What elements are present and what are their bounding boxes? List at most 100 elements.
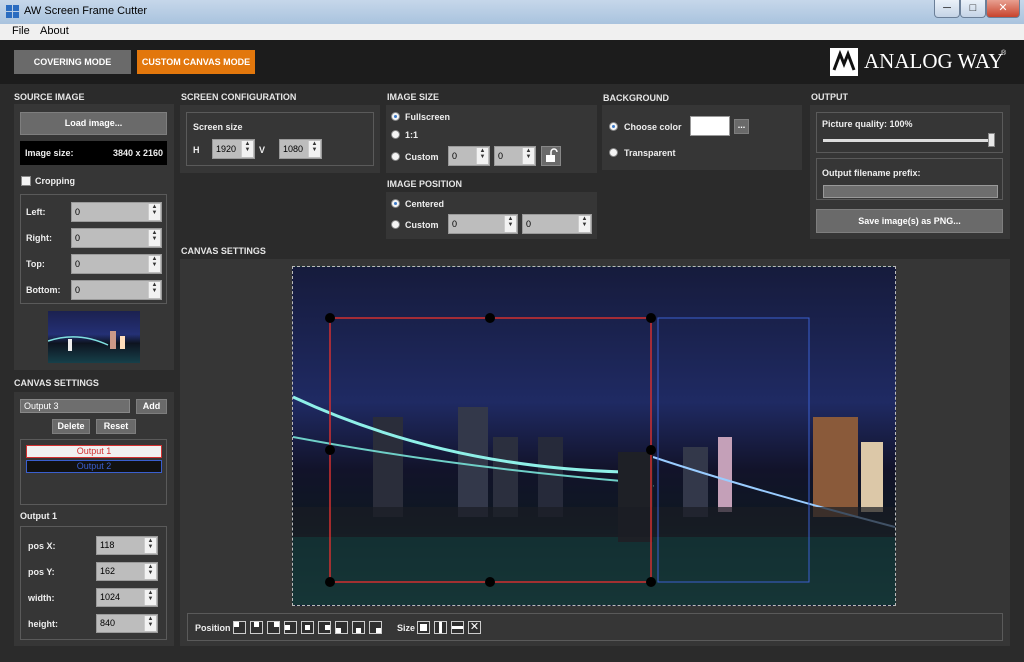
canvas-settings-header: CANVAS SETTINGS bbox=[181, 246, 266, 256]
reset-output-button[interactable]: Reset bbox=[96, 419, 136, 434]
spin-arrows-icon[interactable]: ▲ ▼ bbox=[476, 148, 488, 164]
crop-left-input[interactable]: 0 ▲ ▼ bbox=[71, 202, 162, 222]
size-custom-radio[interactable] bbox=[391, 152, 400, 161]
size-custom-label: Custom bbox=[405, 152, 439, 162]
output-name-input[interactable]: Output 3 bbox=[20, 399, 130, 413]
output-list: Output 1 Output 2 bbox=[20, 439, 167, 505]
color-picker-button[interactable]: ... bbox=[734, 119, 749, 134]
pos-y-input[interactable]: 162 ▲ ▼ bbox=[96, 562, 158, 581]
align-top-right-icon[interactable] bbox=[267, 621, 280, 634]
size-fit-icon[interactable] bbox=[417, 621, 430, 634]
crop-bottom-input[interactable]: 0 ▲ ▼ bbox=[71, 280, 162, 300]
size-custom-width-input[interactable]: 0 ▲ ▼ bbox=[448, 146, 490, 166]
source-image-header: SOURCE IMAGE bbox=[14, 92, 85, 102]
screen-size-label: Screen size bbox=[193, 122, 243, 132]
width-input[interactable]: 1024 ▲ ▼ bbox=[96, 588, 158, 607]
resize-handle-tr[interactable] bbox=[646, 313, 656, 323]
screen-v-value: 1080 bbox=[283, 144, 304, 154]
resize-handle-br[interactable] bbox=[646, 577, 656, 587]
output-1-frame[interactable] bbox=[329, 317, 652, 583]
output-2-frame[interactable] bbox=[657, 317, 810, 583]
prefix-label: Output filename prefix: bbox=[822, 168, 921, 178]
spin-arrows-icon[interactable]: ▲ ▼ bbox=[144, 538, 156, 553]
close-button[interactable]: ✕ bbox=[986, 0, 1020, 18]
align-bottom-left-icon[interactable] bbox=[335, 621, 348, 634]
transparent-radio[interactable] bbox=[609, 148, 618, 157]
size-custom-height-input[interactable]: 0 ▲ ▼ bbox=[494, 146, 536, 166]
size-custom-width-value: 0 bbox=[452, 151, 458, 161]
quality-slider-thumb[interactable] bbox=[988, 133, 995, 147]
spin-arrows-icon[interactable]: ▲ ▼ bbox=[144, 590, 156, 605]
crop-fields: Left: 0 ▲ ▼ Right: 0 ▲ ▼ Top: 0 ▲ ▼ Bottom: 0 ▲… bbox=[20, 194, 167, 304]
size-fit-width-icon[interactable] bbox=[434, 621, 447, 634]
align-bottom-right-icon[interactable] bbox=[369, 621, 382, 634]
canvas-settings-left-header: CANVAS SETTINGS bbox=[14, 378, 99, 388]
crop-top-input[interactable]: 0 ▲ ▼ bbox=[71, 254, 162, 274]
color-swatch[interactable] bbox=[690, 116, 730, 136]
resize-handle-b[interactable] bbox=[485, 577, 495, 587]
spin-arrows-icon[interactable]: ▲ ▼ bbox=[144, 616, 156, 631]
spin-arrows-icon[interactable]: ▲ ▼ bbox=[144, 564, 156, 579]
position-y-input[interactable]: 0 ▲ ▼ bbox=[522, 214, 592, 234]
resize-handle-tl[interactable] bbox=[325, 313, 335, 323]
align-center-icon[interactable] bbox=[301, 621, 314, 634]
custom-canvas-mode-button[interactable]: CUSTOM CANVAS MODE bbox=[137, 50, 255, 74]
menu-about[interactable]: About bbox=[40, 25, 69, 37]
fullscreen-radio[interactable] bbox=[391, 112, 400, 121]
position-custom-radio[interactable] bbox=[391, 220, 400, 229]
spin-arrows-icon[interactable]: ▲ ▼ bbox=[504, 216, 516, 232]
prefix-input[interactable] bbox=[823, 185, 998, 198]
size-stretch-icon[interactable]: ✕ bbox=[468, 621, 481, 634]
maximize-button[interactable]: □ bbox=[960, 0, 986, 18]
align-middle-right-icon[interactable] bbox=[318, 621, 331, 634]
crop-top-value: 0 bbox=[75, 259, 81, 269]
resize-handle-r[interactable] bbox=[646, 445, 656, 455]
resize-handle-bl[interactable] bbox=[325, 577, 335, 587]
fullscreen-label: Fullscreen bbox=[405, 112, 451, 122]
window-title: AW Screen Frame Cutter bbox=[24, 5, 148, 17]
screen-size-box: Screen size H 1920 ▲ ▼ V 1080 ▲ ▼ bbox=[186, 112, 374, 166]
centered-radio[interactable] bbox=[391, 199, 400, 208]
resize-handle-l[interactable] bbox=[325, 445, 335, 455]
position-x-value: 0 bbox=[452, 219, 458, 229]
cropping-checkbox[interactable] bbox=[21, 176, 31, 186]
resize-handle-t[interactable] bbox=[485, 313, 495, 323]
one-to-one-radio[interactable] bbox=[391, 130, 400, 139]
size-fit-height-icon[interactable] bbox=[451, 621, 464, 634]
align-bottom-center-icon[interactable] bbox=[352, 621, 365, 634]
add-output-button[interactable]: Add bbox=[136, 399, 167, 414]
quality-slider-track[interactable] bbox=[823, 139, 995, 142]
save-png-button[interactable]: Save image(s) as PNG... bbox=[816, 209, 1003, 233]
output-list-item-2[interactable]: Output 2 bbox=[26, 460, 162, 473]
delete-output-button[interactable]: Delete bbox=[52, 419, 90, 434]
menu-file[interactable]: File bbox=[12, 25, 30, 37]
align-top-center-icon[interactable] bbox=[250, 621, 263, 634]
spin-arrows-icon[interactable]: ▲ ▼ bbox=[308, 141, 320, 157]
spin-arrows-icon[interactable]: ▲ ▼ bbox=[148, 204, 160, 220]
spin-arrows-icon[interactable]: ▲ ▼ bbox=[148, 282, 160, 298]
minimize-button[interactable]: ─ bbox=[934, 0, 960, 18]
minimize-icon: ─ bbox=[943, 2, 951, 14]
crop-right-input[interactable]: 0 ▲ ▼ bbox=[71, 228, 162, 248]
align-top-left-icon[interactable] bbox=[233, 621, 246, 634]
screen-h-value: 1920 bbox=[216, 144, 237, 154]
spin-arrows-icon[interactable]: ▲ ▼ bbox=[241, 141, 253, 157]
prefix-box: Output filename prefix: bbox=[816, 158, 1003, 200]
align-middle-left-icon[interactable] bbox=[284, 621, 297, 634]
output-list-item-1[interactable]: Output 1 bbox=[26, 445, 162, 458]
screen-v-input[interactable]: 1080 ▲ ▼ bbox=[279, 139, 322, 159]
spin-arrows-icon[interactable]: ▲ ▼ bbox=[148, 230, 160, 246]
pos-x-input[interactable]: 118 ▲ ▼ bbox=[96, 536, 158, 555]
covering-mode-button[interactable]: COVERING MODE bbox=[14, 50, 131, 74]
crop-right-label: Right: bbox=[26, 233, 52, 243]
choose-color-radio[interactable] bbox=[609, 122, 618, 131]
load-image-button[interactable]: Load image... bbox=[20, 112, 167, 135]
output-geometry-fields: pos X: 118 ▲ ▼ pos Y: 162 ▲ ▼ width: 1024 ▲ ▼ … bbox=[20, 526, 167, 640]
position-x-input[interactable]: 0 ▲ ▼ bbox=[448, 214, 518, 234]
aspect-lock-button[interactable] bbox=[541, 146, 561, 166]
spin-arrows-icon[interactable]: ▲ ▼ bbox=[522, 148, 534, 164]
spin-arrows-icon[interactable]: ▲ ▼ bbox=[578, 216, 590, 232]
height-input[interactable]: 840 ▲ ▼ bbox=[96, 614, 158, 633]
spin-arrows-icon[interactable]: ▲ ▼ bbox=[148, 256, 160, 272]
screen-h-input[interactable]: 1920 ▲ ▼ bbox=[212, 139, 255, 159]
